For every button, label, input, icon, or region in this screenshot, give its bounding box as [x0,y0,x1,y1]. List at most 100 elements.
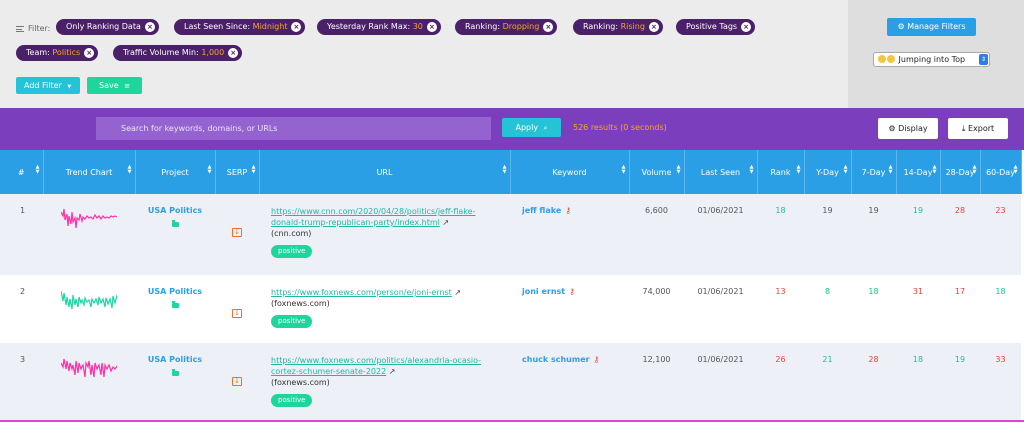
tag-badge[interactable]: positive [271,394,313,407]
menu-lines-icon: ≡ [124,82,131,90]
filter-chip-last-seen[interactable]: Last Seen Since: Midnight × [174,19,306,35]
trend-sparkline [61,290,117,310]
export-button[interactable]: ⤓ Export [948,118,1008,139]
folder-icon[interactable] [171,301,179,308]
last-seen-cell: 01/06/2021 [684,275,757,343]
external-link-icon[interactable]: ↗ [452,288,461,297]
filter-chip-traffic-volume[interactable]: Traffic Volume Min: 1,000 × [113,45,243,61]
sort-icon: ▲ ▼ [972,164,977,175]
col-header-url[interactable]: URL ▲ ▼ [259,150,511,194]
sort-icon: ▲ ▼ [796,164,801,175]
keyword-link[interactable]: jeff flake [522,206,561,215]
sort-icon: ▲ ▼ [888,164,893,175]
tag-badge[interactable]: positive [271,245,313,258]
14day-cell: 18 [896,343,940,420]
filter-chip-team[interactable]: Team: Politics × [16,45,99,61]
project-link[interactable]: USA Politics [148,287,202,296]
sort-icon: ▲ ▼ [207,164,212,175]
7day-cell: 28 [851,343,896,420]
remove-chip-icon[interactable]: × [228,48,239,58]
tag-badge[interactable]: positive [271,315,313,328]
display-button[interactable]: ⚙ Display [878,118,938,139]
apply-button[interactable]: Apply ⌕ [502,118,561,137]
remove-chip-icon[interactable]: × [741,22,752,32]
add-filter-button[interactable]: Add Filter ▼ [16,77,80,94]
col-header-volume[interactable]: Volume ▲ ▼ [629,150,685,194]
url-link[interactable]: https://www.foxnews.com/person/e/joni-er… [271,288,452,297]
key-icon[interactable]: ⚷ [569,287,575,296]
project-cell: USA Politics [135,275,215,343]
url-domain: (cnn.com) [271,229,312,238]
url-link[interactable]: https://www.foxnews.com/politics/alexand… [271,356,481,376]
col-header-60day[interactable]: 60-Day ▲ ▼ [980,150,1022,194]
url-domain: (foxnews.com) [271,378,330,387]
smiley-icon [887,55,895,63]
trend-chart [43,275,135,343]
row-index: 2 [0,275,43,343]
filter-preset-select[interactable]: Jumping into Top ⇕ [873,52,990,67]
remove-chip-icon[interactable]: × [543,22,554,32]
folder-icon[interactable] [171,220,179,227]
save-button[interactable]: Save ≡ [87,77,142,94]
col-header-14day[interactable]: 14-Day ▲ ▼ [896,150,941,194]
volume-cell: 74,000 [629,275,684,343]
col-header-yday[interactable]: Y-Day ▲ ▼ [804,150,852,194]
yday-cell: 8 [804,275,851,343]
keyword-link[interactable]: chuck schumer [522,355,590,364]
table-row: 3 USA Politics ↓ https://www.foxnews.com… [0,343,1021,420]
key-icon[interactable]: ⚷ [565,206,571,215]
col-header-keyword[interactable]: Keyword ▲ ▼ [510,150,630,194]
url-domain: (foxnews.com) [271,299,330,308]
search-icon: ⌕ [543,124,548,132]
col-header-last-seen[interactable]: Last Seen ▲ ▼ [684,150,758,194]
download-icon[interactable]: ↓ [232,228,242,237]
smiley-icon [878,55,886,63]
col-header-7day[interactable]: 7-Day ▲ ▼ [851,150,897,194]
remove-chip-icon[interactable]: × [84,48,95,58]
filter-chip-ranking-rising[interactable]: Ranking: Rising × [573,19,663,35]
rank-cell: 13 [757,275,804,343]
filter-chip-positive-tags[interactable]: Positive Tags × [676,19,756,35]
trend-chart [43,194,135,275]
remove-chip-icon[interactable]: × [144,22,155,32]
external-link-icon[interactable]: ↗ [386,367,396,376]
remove-chip-icon[interactable]: × [648,22,659,32]
download-icon[interactable]: ↓ [232,309,242,318]
project-cell: USA Politics [135,194,215,275]
bottom-divider [0,420,1024,422]
keyword-link[interactable]: joni ernst [522,287,565,296]
col-header-project[interactable]: Project ▲ ▼ [135,150,216,194]
remove-chip-icon[interactable]: × [426,22,437,32]
external-link-icon[interactable]: ↗ [440,218,449,227]
row-index: 1 [0,194,43,275]
download-icon[interactable]: ↓ [232,377,242,386]
remove-chip-icon[interactable]: × [291,22,302,32]
sort-icon: ▲ ▼ [251,164,256,175]
serp-cell: ↓ [215,194,259,275]
col-header-trend[interactable]: Trend Chart ▲ ▼ [43,150,136,194]
download-icon: ⤓ [961,124,966,133]
url-cell: https://www.foxnews.com/politics/alexand… [259,343,510,420]
keyword-cell: jeff flake ⚷ [510,194,629,275]
col-header-28day[interactable]: 28-Day ▲ ▼ [940,150,981,194]
filter-chip-only-ranking[interactable]: Only Ranking Data × [56,19,159,35]
filter-chip-ranking-dropping[interactable]: Ranking: Dropping × [455,19,558,35]
yday-cell: 19 [804,194,851,275]
col-header-serp[interactable]: SERP ▲ ▼ [215,150,260,194]
filter-chip-yesterday-rank[interactable]: Yesterday Rank Max: 30 × [317,19,441,35]
col-header-index[interactable]: # ▲ ▼ [0,150,44,194]
url-cell: https://www.cnn.com/2020/04/28/politics/… [259,194,510,275]
project-link[interactable]: USA Politics [148,355,202,364]
28day-cell: 19 [940,343,980,420]
filter-label: Filter: [16,24,50,33]
trend-chart [43,343,135,420]
col-header-rank[interactable]: Rank ▲ ▼ [757,150,805,194]
key-icon[interactable]: ⚷ [594,355,600,364]
sort-icon: ▲ ▼ [502,164,507,175]
search-input[interactable] [96,117,491,140]
folder-icon[interactable] [171,369,179,376]
trend-sparkline [61,208,117,229]
last-seen-cell: 01/06/2021 [684,343,757,420]
manage-filters-button[interactable]: ⚙ Manage Filters [887,18,976,36]
project-link[interactable]: USA Politics [148,206,202,215]
